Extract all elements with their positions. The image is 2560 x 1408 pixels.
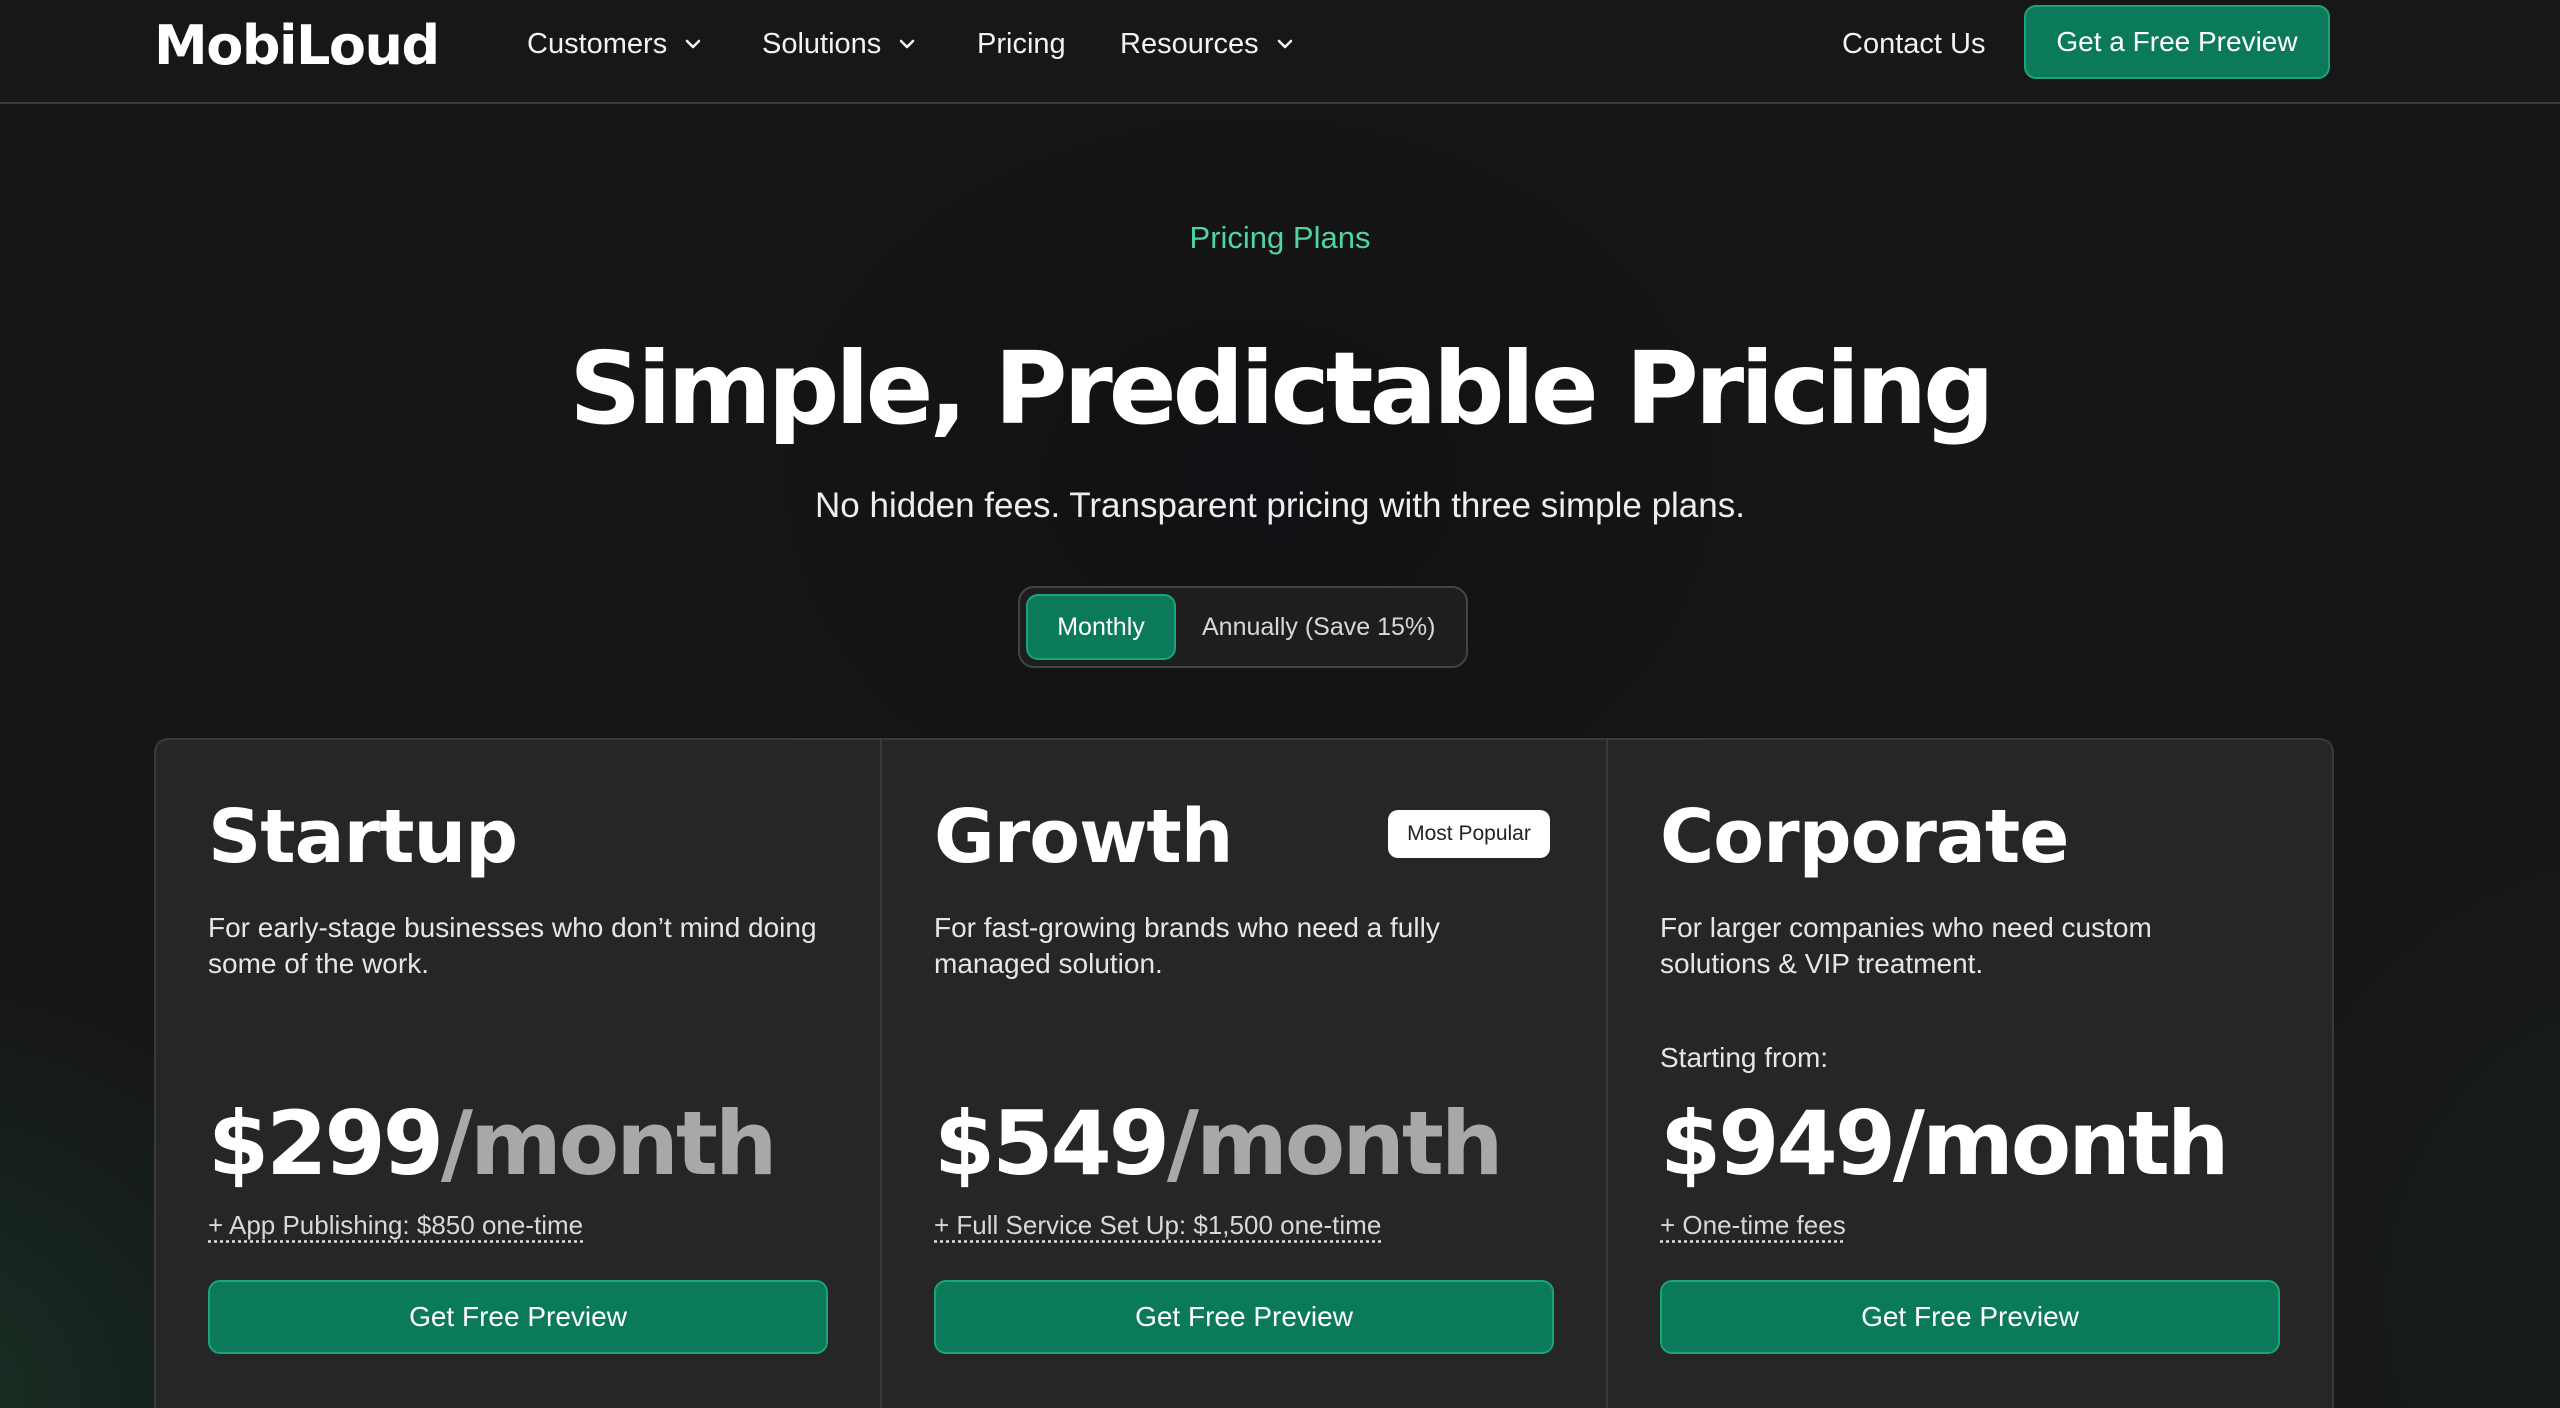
page-title: Simple, Predictable Pricing bbox=[569, 330, 1995, 447]
pricing-eyebrow: Pricing Plans bbox=[1189, 220, 1371, 255]
billing-monthly-option[interactable]: Monthly bbox=[1026, 594, 1176, 660]
plan-description: For early-stage businesses who don’t min… bbox=[208, 912, 817, 979]
plan-card-corporate: Corporate For larger companies who need … bbox=[1606, 740, 2332, 1408]
plan-price-amount: $299 bbox=[208, 1092, 444, 1195]
plan-price-period: /month bbox=[1892, 1092, 2230, 1195]
plan-price-period: /month bbox=[1166, 1092, 1504, 1195]
plan-cta-button[interactable]: Get Free Preview bbox=[934, 1280, 1554, 1354]
plan-price-amount: $549 bbox=[934, 1092, 1170, 1195]
nav-customers-label: Customers bbox=[527, 27, 668, 60]
plan-description: For fast-growing brands who need a fully… bbox=[934, 912, 1440, 979]
plan-starting-label: Starting from: bbox=[1660, 1042, 1829, 1073]
plan-name: Growth bbox=[934, 794, 1233, 880]
billing-toggle: Monthly Annually (Save 15%) bbox=[1018, 586, 1468, 668]
chevron-down-icon bbox=[1277, 39, 1292, 49]
chevron-down-icon bbox=[900, 39, 915, 49]
page-subtitle: No hidden fees. Transparent pricing with… bbox=[815, 486, 1745, 525]
plan-price-period: /month bbox=[440, 1092, 778, 1195]
plan-price: $299/month bbox=[208, 1092, 778, 1195]
chevron-down-icon bbox=[685, 39, 701, 49]
billing-annual-option[interactable]: Annually (Save 15%) bbox=[1202, 588, 1435, 666]
most-popular-badge: Most Popular bbox=[1388, 810, 1550, 858]
nav-solutions-label: Solutions bbox=[762, 27, 882, 60]
plan-fee-note[interactable]: + Full Service Set Up: $1,500 one-time bbox=[934, 1210, 1381, 1241]
nav-customers[interactable]: Customers bbox=[527, 24, 703, 64]
plan-description: For larger companies who need custom sol… bbox=[1660, 912, 2152, 979]
nav-solutions[interactable]: Solutions bbox=[762, 24, 917, 64]
plan-price-amount: $949 bbox=[1660, 1092, 1896, 1195]
mobiloud-logo[interactable]: MobiLoud bbox=[154, 14, 440, 77]
plan-cta-button[interactable]: Get Free Preview bbox=[208, 1280, 828, 1354]
nav-pricing[interactable]: Pricing bbox=[977, 24, 1066, 64]
plan-card-growth: Growth Most Popular For fast-growing bra… bbox=[880, 740, 1606, 1408]
plan-fee-note[interactable]: + One-time fees bbox=[1660, 1210, 1846, 1241]
nav-resources-label: Resources bbox=[1120, 27, 1259, 60]
plan-cta-button[interactable]: Get Free Preview bbox=[1660, 1280, 2280, 1354]
nav-resources[interactable]: Resources bbox=[1120, 24, 1295, 64]
plan-price: $949/month bbox=[1660, 1092, 2230, 1195]
get-free-preview-button[interactable]: Get a Free Preview bbox=[2024, 5, 2330, 79]
pricing-cards: Startup For early-stage businesses who d… bbox=[154, 738, 2334, 1408]
top-navbar: MobiLoud Customers Solutions Pricing Res… bbox=[0, 0, 2560, 104]
nav-pricing-label: Pricing bbox=[977, 27, 1066, 60]
plan-name: Startup bbox=[208, 794, 518, 880]
plan-fee-note[interactable]: + App Publishing: $850 one-time bbox=[208, 1210, 583, 1241]
plan-name: Corporate bbox=[1660, 794, 2069, 880]
contact-us-link[interactable]: Contact Us bbox=[1842, 24, 1985, 64]
plan-card-startup: Startup For early-stage businesses who d… bbox=[156, 740, 880, 1408]
plan-price: $549/month bbox=[934, 1092, 1504, 1195]
